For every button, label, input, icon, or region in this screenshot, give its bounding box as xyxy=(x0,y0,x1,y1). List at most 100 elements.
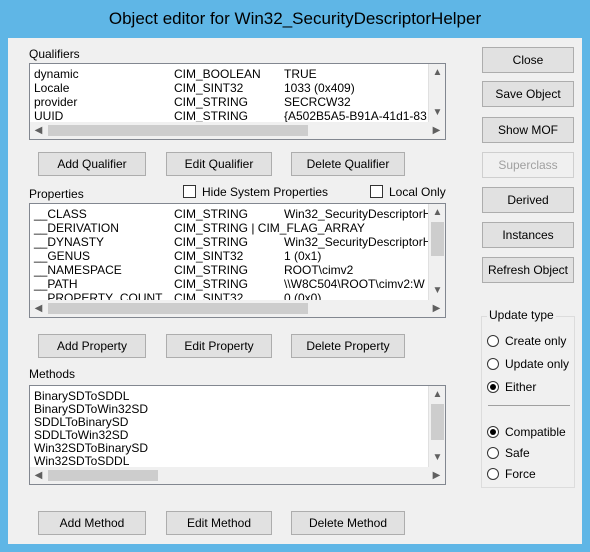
update-type-separator xyxy=(488,405,570,406)
scroll-left-arrow-icon[interactable]: ◀ xyxy=(30,300,47,317)
qualifier-row[interactable]: provider CIM_STRING SECRCW32 xyxy=(30,96,430,110)
scroll-up-arrow-icon[interactable]: ▲ xyxy=(429,386,445,403)
method-name: SDDLToWin32SD xyxy=(34,428,129,442)
qualifier-type: CIM_SINT32 xyxy=(174,81,244,95)
scroll-up-arrow-icon[interactable]: ▲ xyxy=(429,204,445,221)
scroll-right-arrow-icon[interactable]: ▶ xyxy=(428,300,445,317)
checkbox-box[interactable] xyxy=(370,185,383,198)
force-label: Force xyxy=(505,467,536,481)
edit-method-button[interactable]: Edit Method xyxy=(166,511,272,535)
qualifier-value: {A502B5A5-B91A-41d1-83 xyxy=(284,109,427,123)
radio-dot-selected[interactable] xyxy=(487,426,499,438)
scroll-up-arrow-icon[interactable]: ▲ xyxy=(429,64,445,81)
scroll-right-arrow-icon[interactable]: ▶ xyxy=(428,467,445,484)
properties-list[interactable]: __CLASS CIM_STRING Win32_SecurityDescrip… xyxy=(29,203,446,318)
delete-method-button[interactable]: Delete Method xyxy=(291,511,405,535)
scroll-down-arrow-icon[interactable]: ▼ xyxy=(429,282,445,299)
qualifiers-list[interactable]: dynamic CIM_BOOLEAN TRUE Locale CIM_SINT… xyxy=(29,63,446,140)
method-name: Win32SDToBinarySD xyxy=(34,441,149,455)
radio-dot-selected[interactable] xyxy=(487,381,499,393)
radio-dot[interactable] xyxy=(487,468,499,480)
force-radio[interactable]: Force xyxy=(487,467,536,481)
qualifier-value: SECRCW32 xyxy=(284,95,351,109)
add-method-button[interactable]: Add Method xyxy=(38,511,146,535)
property-type: CIM_STRING xyxy=(174,277,249,291)
update-type-label: Update type xyxy=(487,308,556,322)
methods-vscroll[interactable]: ▲ ▼ xyxy=(428,386,445,467)
scroll-right-arrow-icon[interactable]: ▶ xyxy=(428,122,445,139)
superclass-button[interactable]: Superclass xyxy=(482,152,574,178)
create-only-label: Create only xyxy=(505,334,567,348)
property-value: Win32_SecurityDescriptorH xyxy=(284,208,430,221)
methods-hscroll[interactable]: ◀ ▶ xyxy=(30,467,445,484)
properties-label: Properties xyxy=(29,187,84,201)
close-button[interactable]: Close xyxy=(482,47,574,73)
qualifier-row[interactable]: dynamic CIM_BOOLEAN TRUE xyxy=(30,68,430,82)
property-name: __PATH xyxy=(34,277,78,291)
property-row[interactable]: __PROPERTY_COUNT CIM_SINT32 0 (0x0) xyxy=(30,292,430,300)
hide-system-properties-label: Hide System Properties xyxy=(202,185,329,199)
radio-dot[interactable] xyxy=(487,335,499,347)
update-only-radio[interactable]: Update only xyxy=(487,357,569,371)
scroll-thumb[interactable] xyxy=(48,303,308,314)
hide-system-properties-checkbox[interactable]: Hide System Properties xyxy=(183,185,328,199)
property-name: __DYNASTY xyxy=(34,235,105,249)
qualifier-value: TRUE xyxy=(284,68,317,81)
refresh-object-button[interactable]: Refresh Object xyxy=(482,257,574,283)
object-editor-dialog: Qualifiers dynamic CIM_BOOLEAN TRUE Loca… xyxy=(8,38,582,544)
method-name: BinarySDToWin32SD xyxy=(34,402,149,416)
scroll-down-arrow-icon[interactable]: ▼ xyxy=(429,104,445,121)
compatible-label: Compatible xyxy=(505,425,566,439)
qualifier-value: 1033 (0x409) xyxy=(284,81,355,95)
create-only-radio[interactable]: Create only xyxy=(487,334,566,348)
local-only-checkbox[interactable]: Local Only xyxy=(370,185,446,199)
qualifier-type: CIM_BOOLEAN xyxy=(174,68,261,81)
property-row[interactable]: __DYNASTY CIM_STRING Win32_SecurityDescr… xyxy=(30,236,430,250)
scroll-thumb[interactable] xyxy=(48,470,158,481)
scroll-left-arrow-icon[interactable]: ◀ xyxy=(30,122,47,139)
derived-button[interactable]: Derived xyxy=(482,187,574,213)
properties-vscroll[interactable]: ▲ ▼ xyxy=(428,204,445,300)
property-row[interactable]: __NAMESPACE CIM_STRING ROOT\cimv2 xyxy=(30,264,430,278)
delete-qualifier-button[interactable]: Delete Qualifier xyxy=(291,152,405,176)
properties-hscroll[interactable]: ◀ ▶ xyxy=(30,300,445,317)
compatible-radio[interactable]: Compatible xyxy=(487,425,566,439)
scroll-thumb[interactable] xyxy=(48,125,308,136)
qualifier-name: provider xyxy=(34,95,78,109)
window-title: Object editor for Win32_SecurityDescript… xyxy=(0,0,590,38)
delete-property-button[interactable]: Delete Property xyxy=(291,334,405,358)
radio-dot[interactable] xyxy=(487,447,499,459)
qualifier-name: Locale xyxy=(34,81,70,95)
property-row[interactable]: __DERIVATION CIM_STRING | CIM_FLAG_ARRAY xyxy=(30,222,430,236)
scroll-down-arrow-icon[interactable]: ▼ xyxy=(429,449,445,466)
property-name: __CLASS xyxy=(34,208,87,221)
add-property-button[interactable]: Add Property xyxy=(38,334,146,358)
either-radio[interactable]: Either xyxy=(487,380,536,394)
radio-dot[interactable] xyxy=(487,358,499,370)
checkbox-box[interactable] xyxy=(183,185,196,198)
edit-property-button[interactable]: Edit Property xyxy=(166,334,272,358)
add-qualifier-button[interactable]: Add Qualifier xyxy=(38,152,146,176)
edit-qualifier-button[interactable]: Edit Qualifier xyxy=(166,152,272,176)
save-object-button[interactable]: Save Object xyxy=(482,81,574,107)
property-value: 0 (0x0) xyxy=(284,291,322,300)
qualifier-name: UUID xyxy=(34,109,64,123)
qualifiers-vscroll[interactable]: ▲ ▼ xyxy=(428,64,445,122)
instances-button[interactable]: Instances xyxy=(482,222,574,248)
qualifiers-hscroll[interactable]: ◀ ▶ xyxy=(30,122,445,139)
property-type: CIM_STRING xyxy=(174,263,249,277)
scroll-left-arrow-icon[interactable]: ◀ xyxy=(30,467,47,484)
show-mof-button[interactable]: Show MOF xyxy=(482,117,574,143)
scroll-thumb[interactable] xyxy=(431,222,444,256)
property-type: CIM_STRING xyxy=(174,208,249,221)
property-type: CIM_SINT32 xyxy=(174,291,244,300)
property-name: __DERIVATION xyxy=(34,221,119,235)
safe-radio[interactable]: Safe xyxy=(487,446,530,460)
property-row[interactable]: __PATH CIM_STRING \\W8C504\ROOT\cimv2:W xyxy=(30,278,430,292)
property-row[interactable]: __GENUS CIM_SINT32 1 (0x1) xyxy=(30,250,430,264)
scroll-thumb[interactable] xyxy=(431,404,444,440)
qualifier-name: dynamic xyxy=(34,68,79,81)
qualifier-row[interactable]: Locale CIM_SINT32 1033 (0x409) xyxy=(30,82,430,96)
methods-list[interactable]: BinarySDToSDDL BinarySDToWin32SD SDDLToB… xyxy=(29,385,446,485)
property-row[interactable]: __CLASS CIM_STRING Win32_SecurityDescrip… xyxy=(30,208,430,222)
